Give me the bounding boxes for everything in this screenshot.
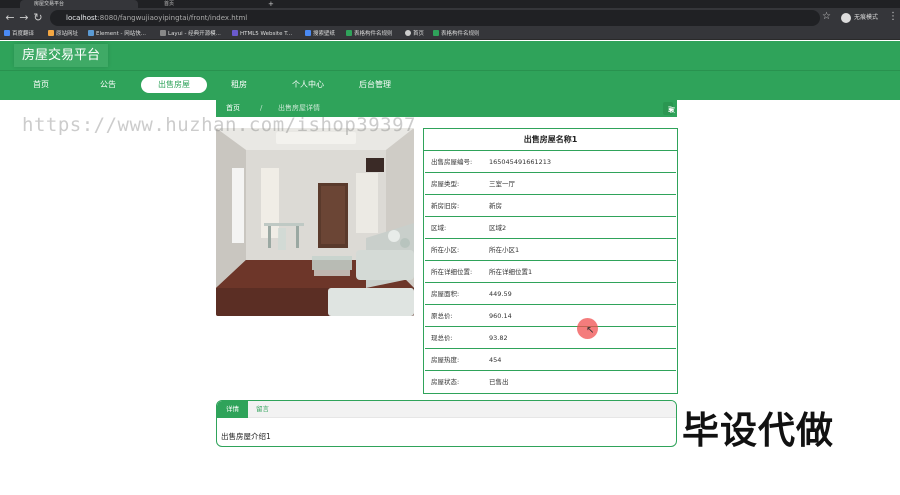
house-photo	[216, 128, 414, 316]
detail-label: 新房旧房:	[431, 202, 460, 210]
detail-row: 新房旧房: 新房	[425, 195, 676, 217]
detail-label: 现总价:	[431, 334, 453, 342]
detail-value: 所在详细位置1	[489, 268, 533, 276]
detail-label: 房屋热度:	[431, 356, 460, 364]
nav-user-center[interactable]: 个人中心	[284, 77, 332, 93]
avatar-icon	[841, 12, 851, 23]
mouse-cursor-icon: ↖	[586, 325, 595, 336]
forward-icon[interactable]: →	[17, 11, 31, 25]
main-nav: 首页 公告 出售房屋 租房 个人中心 后台管理	[0, 70, 900, 100]
living-room-illustration	[216, 128, 414, 316]
detail-value: 449.59	[489, 290, 512, 298]
house-title: 出售房屋名称1	[424, 129, 677, 151]
nav-rent[interactable]: 租房	[222, 77, 256, 93]
bookmark-item[interactable]: Layui - 经典开源模...	[160, 29, 221, 39]
site-header: 房屋交易平台	[0, 41, 900, 70]
browser-tab-title: 房屋交易平台	[34, 1, 65, 7]
cancel-favorite-button[interactable]: ★ 取消收藏	[663, 102, 675, 165]
browser-toolbar: ← → ↻ localhost:8080/fangwujiaoyipingtai…	[0, 8, 900, 28]
breadcrumb: 首页 / 出售房屋详情 ★ 取消收藏	[216, 100, 677, 165]
nav-home[interactable]: 首页	[24, 77, 58, 93]
bookmark-icon	[405, 30, 411, 36]
detail-value: 454	[489, 356, 502, 364]
address-bar[interactable]: localhost:8080/fangwujiaoyipingtai/front…	[50, 10, 820, 26]
bookmark-item[interactable]: 表格构件名规则	[433, 29, 480, 39]
bookmark-icon	[232, 30, 238, 36]
detail-row: 所在小区: 所在小区1	[425, 239, 676, 261]
detail-label: 房屋状态:	[431, 378, 460, 386]
detail-row: 房屋面积: 449.59	[425, 283, 676, 305]
bookmark-item[interactable]: Element - 网站快...	[88, 29, 146, 39]
bookmark-icon	[48, 30, 54, 36]
detail-value: 165045491661213	[489, 158, 552, 166]
house-detail-table: 出售房屋名称1 出售房屋编号: 165045491661213 房屋类型: 三室一厅…	[423, 128, 678, 394]
bookmark-icon	[433, 30, 439, 36]
reload-icon[interactable]: ↻	[31, 11, 45, 25]
nav-house-sale[interactable]: 出售房屋	[141, 77, 207, 93]
browser-tab-active[interactable]: 房屋交易平台	[20, 0, 138, 8]
detail-label: 房屋类型:	[431, 180, 460, 188]
breadcrumb-home[interactable]: 首页	[226, 100, 240, 117]
detail-value: 93.82	[489, 334, 508, 342]
url-path: :8080/fangwujiaoyipingtai/front/index.ht…	[97, 14, 248, 22]
detail-value: 960.14	[489, 312, 512, 320]
profile-label: 无痕模式	[854, 14, 879, 21]
breadcrumb-current: 出售房屋详情	[278, 104, 320, 112]
tab-details[interactable]: 详情	[217, 401, 248, 418]
bookmark-icon	[160, 30, 166, 36]
detail-value: 已售出	[489, 378, 509, 386]
bookmark-item[interactable]: 首页	[405, 29, 424, 39]
detail-row: 房屋热度: 454	[425, 349, 676, 371]
bookmark-icon	[88, 30, 94, 36]
bookmark-item[interactable]: 百度翻译	[4, 29, 34, 39]
bookmark-icon	[346, 30, 352, 36]
detail-label: 房屋面积:	[431, 290, 460, 298]
profile-button[interactable]: 无痕模式	[841, 12, 878, 24]
bookmarks-bar: 百度翻译 原站网址 Element - 网站快... Layui - 经典开源模…	[0, 28, 900, 40]
detail-row: 出售房屋编号: 165045491661213	[425, 151, 676, 173]
bookmark-item[interactable]: 原站网址	[48, 29, 78, 39]
back-icon[interactable]: ←	[3, 11, 17, 25]
detail-value: 所在小区1	[489, 246, 520, 254]
browser-menu-icon[interactable]: ⋮	[888, 11, 898, 22]
tabs-header: 详情 留言	[217, 401, 676, 418]
bookmark-icon	[4, 30, 10, 36]
detail-row: 原总价: 960.14	[425, 305, 676, 327]
new-tab-button[interactable]: +	[266, 0, 276, 8]
detail-row: 现总价: 93.82	[425, 327, 676, 349]
detail-row: 房屋类型: 三室一厅	[425, 173, 676, 195]
detail-label: 出售房屋编号:	[431, 158, 473, 166]
detail-row: 区域: 区域2	[425, 217, 676, 239]
detail-label: 原总价:	[431, 312, 453, 320]
browser-tab-title: 首页	[164, 1, 175, 7]
detail-label: 所在详细位置:	[431, 268, 473, 276]
browser-tab[interactable]: 首页	[150, 0, 260, 8]
nav-notice[interactable]: 公告	[91, 77, 125, 93]
bookmark-star-icon[interactable]: ☆	[822, 11, 831, 22]
detail-label: 区域:	[431, 224, 447, 232]
detail-row: 所在详细位置: 所在详细位置1	[425, 261, 676, 283]
detail-row: 房屋状态: 已售出	[425, 371, 676, 393]
url-host: localhost	[66, 14, 98, 22]
bookmark-icon	[305, 30, 311, 36]
promo-text: 毕设代做	[682, 409, 834, 452]
tab-comments[interactable]: 留言	[247, 401, 278, 418]
detail-value: 新房	[489, 202, 502, 210]
site-title[interactable]: 房屋交易平台	[14, 44, 109, 67]
detail-label: 所在小区:	[431, 246, 460, 254]
breadcrumb-separator: /	[260, 104, 263, 112]
bookmark-item[interactable]: 搜索壁纸	[305, 29, 335, 39]
detail-value: 区域2	[489, 224, 507, 232]
browser-tab-strip: 房屋交易平台 首页 +	[0, 0, 900, 8]
tab-content: 出售房屋介绍1	[221, 432, 271, 441]
bookmark-item[interactable]: 表格构件名规则	[346, 29, 393, 39]
detail-tabs: 详情 留言 出售房屋介绍1	[216, 400, 677, 447]
nav-admin[interactable]: 后台管理	[353, 77, 397, 93]
detail-value: 三室一厅	[489, 180, 515, 188]
bookmark-item[interactable]: HTML5 Website T...	[232, 29, 292, 39]
